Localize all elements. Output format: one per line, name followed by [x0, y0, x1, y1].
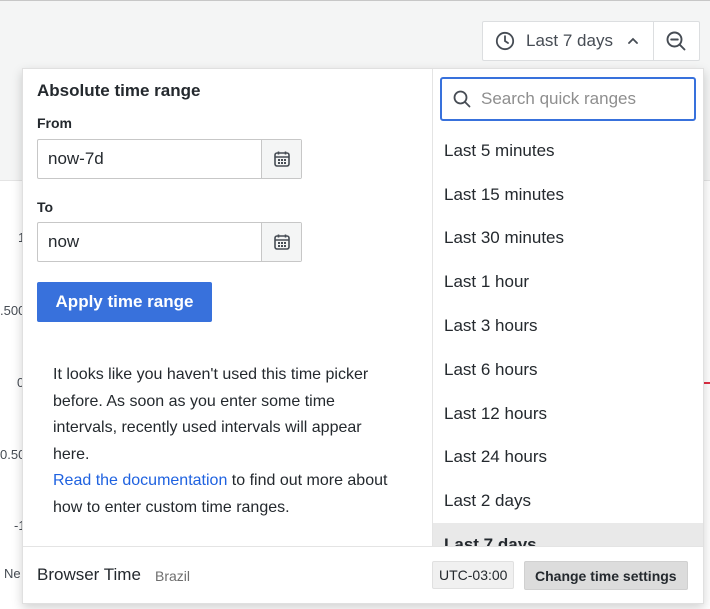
calendar-icon — [273, 151, 290, 167]
recent-ranges-empty-state: It looks like you haven't used this time… — [53, 362, 398, 521]
quick-range-item[interactable]: Last 12 hours — [433, 392, 703, 436]
change-time-settings-button[interactable]: Change time settings — [524, 561, 688, 590]
clock-icon — [495, 31, 515, 51]
from-input[interactable] — [38, 140, 261, 178]
absolute-time-range-section: Absolute time range From To — [23, 69, 432, 546]
zoom-out-icon — [667, 31, 686, 51]
timezone-name: Browser Time — [37, 565, 141, 584]
quick-range-item[interactable]: Last 15 minutes — [433, 173, 703, 217]
quick-range-item[interactable]: Last 3 hours — [433, 304, 703, 348]
empty-state-text: It looks like you haven't used this time… — [53, 366, 369, 463]
quick-range-item[interactable]: Last 24 hours — [433, 436, 703, 480]
to-label: To — [37, 199, 54, 215]
zoom-out-button[interactable] — [653, 21, 700, 61]
time-range-button[interactable]: Last 7 days — [482, 21, 654, 61]
utc-offset-badge: UTC-03:00 — [432, 561, 515, 589]
time-picker-dropdown: Absolute time range From To — [22, 68, 704, 604]
quick-ranges-search-input[interactable] — [479, 88, 679, 110]
quick-ranges-section: Last 5 minutesLast 15 minutesLast 30 min… — [432, 69, 703, 546]
quick-ranges-search — [440, 77, 696, 121]
chevron-up-icon — [628, 37, 638, 44]
quick-range-item[interactable]: Last 30 minutes — [433, 217, 703, 261]
from-field — [37, 139, 302, 179]
to-calendar-button[interactable] — [261, 223, 301, 261]
to-field — [37, 222, 302, 262]
calendar-icon — [273, 234, 290, 250]
timezone-region: Brazil — [155, 568, 191, 584]
timezone-footer: Browser Time Brazil UTC-03:00 Change tim… — [23, 546, 703, 603]
quick-range-item[interactable]: Last 5 minutes — [433, 129, 703, 173]
quick-ranges-list: Last 5 minutes Last 15 minutes Last 30 min… — [433, 129, 703, 546]
apply-time-range-button[interactable]: Apply time range — [37, 282, 212, 322]
from-calendar-button[interactable] — [261, 140, 301, 178]
time-picker-toolbar: Last 7 days — [482, 21, 700, 61]
time-range-label: Last 7 days — [526, 31, 613, 50]
absolute-range-title: Absolute time range — [37, 81, 201, 100]
documentation-link[interactable]: Read the documentation — [53, 472, 227, 489]
quick-range-item[interactable]: Last 7 days — [433, 523, 703, 546]
quick-range-item[interactable]: Last 6 hours — [433, 348, 703, 392]
quick-range-item[interactable]: Last 1 hour — [433, 260, 703, 304]
quick-range-item[interactable]: Last 2 days — [433, 479, 703, 523]
from-label: From — [37, 115, 72, 131]
legend-series-label: Ne — [4, 566, 21, 581]
search-icon — [453, 90, 471, 108]
to-input[interactable] — [38, 223, 261, 261]
